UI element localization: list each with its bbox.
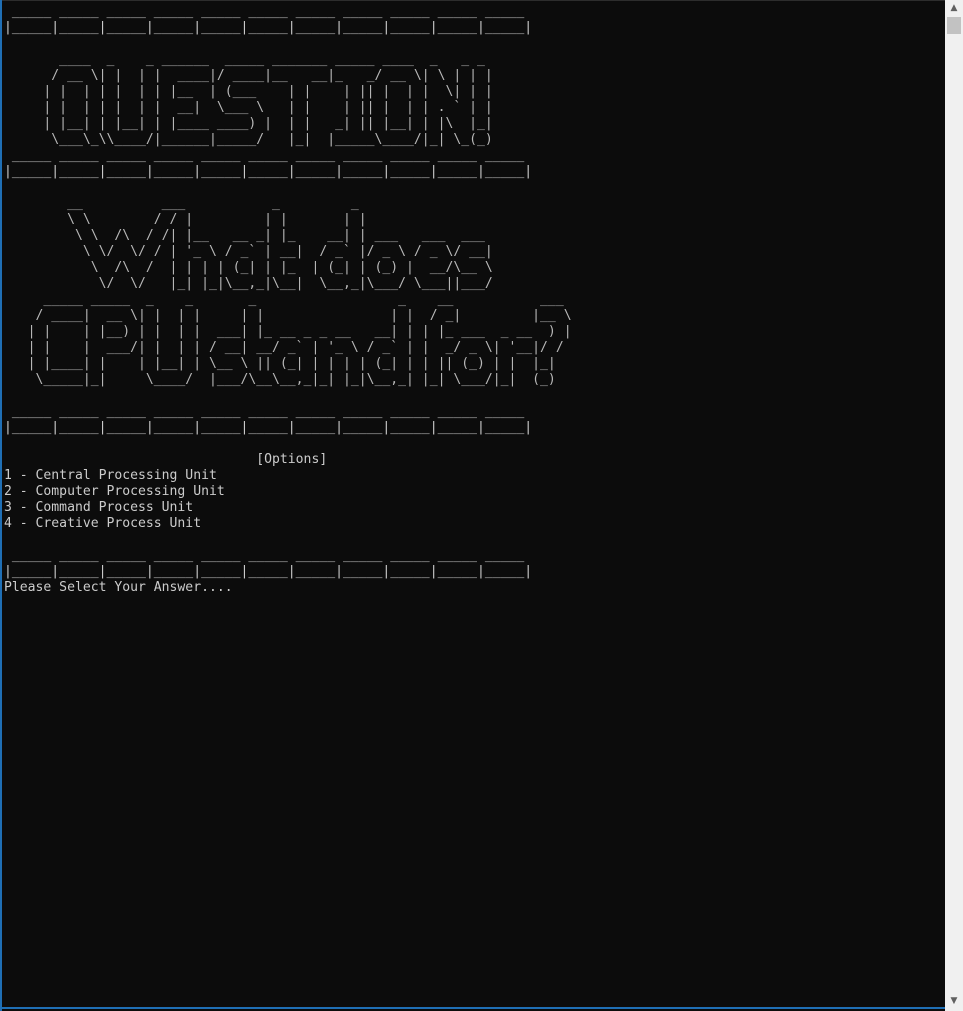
console-output[interactable]: _____ _____ _____ _____ _____ _____ ____… bbox=[4, 4, 942, 1004]
ascii-art-line: | | | |__) | | | | ___| |_ __ _ _ __ __|… bbox=[4, 324, 572, 339]
console-window: _____ _____ _____ _____ _____ _____ ____… bbox=[0, 0, 963, 1011]
vertical-scrollbar[interactable]: ▲ ▼ bbox=[945, 0, 963, 1011]
window-border-bottom bbox=[0, 1007, 945, 1009]
separator-line: _____ _____ _____ _____ _____ _____ ____… bbox=[4, 404, 525, 419]
ascii-art-line: _____ _____ _ _ _ _ __ ___ bbox=[4, 292, 564, 307]
separator-line: |_____|_____|_____|_____|_____|_____|___… bbox=[4, 420, 533, 435]
scrollbar-thumb[interactable] bbox=[947, 17, 961, 34]
separator-line: |_____|_____|_____|_____|_____|_____|___… bbox=[4, 564, 533, 579]
ascii-art-line: | |____| | | |__| | \__ \ || (_| | | | |… bbox=[4, 356, 556, 371]
window-border-top bbox=[0, 0, 963, 1]
scroll-down-icon[interactable]: ▼ bbox=[945, 993, 963, 1009]
separator-line: _____ _____ _____ _____ _____ _____ ____… bbox=[4, 548, 525, 563]
ascii-art-line: \_____|_| \____/ |___/\__\__,_|_| |_|\__… bbox=[4, 372, 556, 387]
ascii-art-line: / ____| __ \| | | | | | | | / _| |__ \ bbox=[4, 308, 572, 323]
ascii-art-line: \ \/ \/ / | '_ \ / _` | __| / _` |/ _ \ … bbox=[4, 244, 493, 259]
ascii-art-line: \___\_\\____/|______|_____/ |_| |_____\_… bbox=[4, 132, 493, 147]
scroll-up-icon[interactable]: ▲ bbox=[945, 0, 963, 16]
ascii-art-line: | | | ___/| | | | / __| __/ _` | '_ \ / … bbox=[4, 340, 564, 355]
ascii-art-line: \ /\ / | | | | (_| | |_ | (_| | (_) | __… bbox=[4, 260, 493, 275]
ascii-art-line: | |__| | |__| | |____ ____) | | | _| || … bbox=[4, 116, 493, 131]
ascii-art-line: | | | | | | | |__ | (___ | | | || | | | … bbox=[4, 84, 493, 99]
ascii-art-line: / __ \| | | | ____|/ ____|__ __|_ _/ __ … bbox=[4, 68, 493, 83]
separator-line: |_____|_____|_____|_____|_____|_____|___… bbox=[4, 164, 533, 179]
window-border-left bbox=[0, 0, 2, 1011]
answer-option-3: 3 - Command Process Unit bbox=[4, 500, 194, 515]
options-header: [Options] bbox=[4, 452, 328, 467]
answer-option-2: 2 - Computer Processing Unit bbox=[4, 484, 225, 499]
ascii-art-line: \ \ / / | | | | | bbox=[4, 212, 367, 227]
answer-option-4: 4 - Creative Process Unit bbox=[4, 516, 202, 531]
ascii-art-line: __ ___ _ _ bbox=[4, 196, 359, 211]
separator-line: _____ _____ _____ _____ _____ _____ ____… bbox=[4, 148, 525, 163]
ascii-art-line: \/ \/ |_| |_|\__,_|\__| \__,_|\___/ \___… bbox=[4, 276, 493, 291]
ascii-art-line: | | | | | | | __| \___ \ | | | || | | | … bbox=[4, 100, 493, 115]
separator-line: |_____|_____|_____|_____|_____|_____|___… bbox=[4, 20, 533, 35]
separator-line: _____ _____ _____ _____ _____ _____ ____… bbox=[4, 4, 525, 19]
ascii-art-line: \ \ /\ / /| |__ __ _| |_ __| | ___ ___ _… bbox=[4, 228, 485, 243]
ascii-art-line: ____ _ _ ______ _____ _______ _____ ____… bbox=[4, 52, 485, 67]
answer-prompt: Please Select Your Answer.... bbox=[4, 580, 233, 595]
answer-option-1: 1 - Central Processing Unit bbox=[4, 468, 217, 483]
